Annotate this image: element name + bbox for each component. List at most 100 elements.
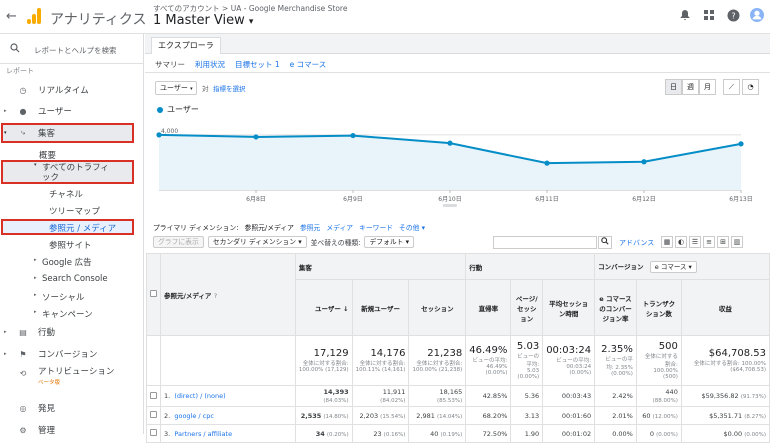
subtab-ecommerce[interactable]: e コマース (290, 59, 327, 70)
search-icon[interactable] (598, 236, 612, 249)
metric-value: 2,981 (416, 411, 435, 420)
sort-type-select[interactable]: デフォルト ▾ (364, 236, 415, 248)
secondary-dimension-select[interactable]: セカンダリ ディメンション ▾ (207, 236, 307, 248)
nav-conversions[interactable]: ▸ ⚑ コンバージョン (0, 346, 144, 362)
col-ecommerce-conversion-rate[interactable]: e コマースのコンバージョン率 (594, 279, 637, 336)
nav-source-medium[interactable]: 参照元 / メディア (49, 222, 116, 234)
total-cell: 46.49% ビューの平均: 46.49% (0.00%) (465, 335, 512, 386)
subtab-goal-set[interactable]: 目標セット 1 (235, 59, 280, 70)
period-week-button[interactable]: 週 (682, 79, 699, 95)
dim-other[interactable]: その他 ▾ (399, 222, 425, 232)
nav-google-ads[interactable]: Google 広告 (42, 256, 92, 268)
plot-rows-button[interactable]: グラフに表示 (153, 236, 204, 248)
table-row: 2. google / cpc 2,535 (14.80%) 2,203 (15.5… (146, 406, 770, 425)
nav-admin[interactable]: ⚙ 管理 (0, 422, 144, 438)
metric-cell: 00:03:43 (542, 385, 596, 407)
bell-icon[interactable] (678, 8, 692, 22)
caret-down-icon: ▾ (34, 162, 37, 168)
report-tab-bar: エクスプローラ (145, 34, 770, 54)
col-users[interactable]: ユーザー ↓ (294, 279, 353, 336)
subtab-usage[interactable]: 利用状況 (195, 59, 225, 70)
nav-search-console[interactable]: Search Console (42, 274, 108, 284)
row-dimension-link[interactable]: google / cpc (174, 412, 214, 420)
row-number: 2. (164, 411, 171, 420)
nav-channels[interactable]: チャネル (49, 188, 83, 200)
advanced-filter-link[interactable]: アドバンス (619, 238, 654, 248)
col-sessions[interactable]: セッション (408, 279, 467, 336)
nav-label: コンバージョン (38, 350, 98, 360)
metric-cell: 00:01:60 (542, 406, 596, 425)
term-cloud-icon[interactable]: ⊞ (717, 236, 729, 248)
row-select-cell (146, 406, 161, 425)
row-checkbox[interactable] (150, 411, 157, 418)
legend-label: ユーザー (167, 105, 199, 114)
nav-audience[interactable]: ▸ ● ユーザー (0, 103, 144, 119)
view-selector[interactable]: 1 Master View ▾ (153, 13, 253, 28)
nav-label: 集客 (38, 129, 56, 139)
col-avg-session-duration[interactable]: 平均セッション時間 (542, 279, 596, 336)
row-checkbox[interactable] (150, 429, 157, 436)
acquisition-icon: ⤷ (20, 128, 26, 137)
account-avatar-icon[interactable] (750, 8, 764, 22)
pie-view-icon[interactable]: ◐ (675, 236, 687, 248)
total-note: 全体に対する割合: 100.00% ($64,708.53) (693, 361, 766, 373)
metric-percent: (14.04%) (436, 413, 463, 420)
metric-cell: 68.20% (465, 406, 512, 425)
row-dimension-link[interactable]: (direct) / (none) (174, 392, 225, 400)
tab-explorer[interactable]: エクスプローラ (151, 37, 221, 54)
period-month-button[interactable]: 月 (699, 79, 716, 95)
nav-campaigns[interactable]: キャンペーン (42, 308, 93, 320)
metric-value: 5.36 (524, 392, 540, 400)
dim-source-medium[interactable]: 参照元/メディア (245, 222, 294, 232)
nav-attribution[interactable]: ⟲ アトリビューション ベータ版 (0, 365, 144, 387)
select-all-checkbox[interactable] (150, 290, 157, 297)
total-cell: 21,238 全体に対する割合: 100.00% (21,238) (408, 335, 467, 386)
data-table-icon[interactable]: ▦ (661, 236, 673, 248)
metric-select[interactable]: ユーザー ▾ (155, 81, 197, 95)
nav-realtime[interactable]: ◷ リアルタイム (0, 82, 144, 98)
metric-cell: 2,535 (14.80%) (294, 406, 353, 425)
col-pages-per-session[interactable]: ページ/セッション (510, 279, 544, 336)
dimension-header[interactable]: 参照元/メディア ? (160, 253, 296, 336)
pick-metric-link[interactable]: 指標を選択 (213, 83, 246, 93)
back-arrow-icon[interactable]: ← (6, 9, 17, 24)
nav-behavior[interactable]: ▸ ▤ 行動 (0, 324, 144, 340)
conversion-select[interactable]: e コマース ▾ (649, 260, 697, 273)
motion-chart-icon[interactable]: ◔ (742, 79, 759, 95)
metric-percent: (84.02%) (380, 398, 406, 404)
performance-view-icon[interactable]: ☰ (689, 236, 701, 248)
col-transactions[interactable]: トランザクション数 (635, 279, 682, 336)
dim-keyword[interactable]: キーワード (359, 222, 393, 232)
comparison-view-icon[interactable]: ≡ (703, 236, 715, 248)
period-day-button[interactable]: 日 (665, 79, 682, 95)
nav-label-wrap: アトリビューション ベータ版 (38, 365, 114, 387)
row-checkbox[interactable] (150, 391, 157, 399)
dim-medium[interactable]: メディア (326, 222, 353, 232)
col-label: ユーザー (315, 304, 341, 313)
primary-dim-label: プライマリ ディメンション: (153, 224, 239, 232)
data-point (447, 140, 453, 146)
nav-social[interactable]: ソーシャル (42, 291, 84, 303)
subtab-summary[interactable]: サマリー (155, 59, 185, 70)
table-search-input[interactable] (493, 236, 597, 249)
help-icon[interactable]: ? (726, 8, 740, 22)
pivot-view-icon[interactable]: ▥ (731, 236, 743, 248)
col-new-users[interactable]: 新規ユーザー (351, 279, 410, 336)
apps-grid-icon[interactable] (702, 8, 716, 22)
nav-referrals[interactable]: 参照サイト (49, 239, 92, 251)
report-search[interactable]: レポートとヘルプを検索 (0, 34, 144, 64)
nav-discover[interactable]: ◎ 発見 (0, 400, 144, 416)
total-value: 21,238 (427, 348, 463, 359)
nav-treemap[interactable]: ツリーマップ (49, 205, 100, 217)
clock-icon: ◷ (19, 85, 27, 95)
legend-dot-icon (157, 106, 163, 113)
metric-percent: (0.00%) (656, 431, 678, 438)
line-chart-icon[interactable]: ⟋ (723, 79, 740, 95)
col-bounce-rate[interactable]: 直帰率 (465, 279, 512, 336)
dim-source[interactable]: 参照元 (300, 222, 320, 232)
behavior-icon: ▤ (19, 327, 27, 337)
report-section-label: レポート (6, 67, 34, 75)
row-number: 1. (164, 392, 171, 400)
nav-acquisition[interactable]: ▾ ⤷ 集客 (0, 125, 144, 141)
col-revenue[interactable]: 収益 (680, 279, 770, 336)
